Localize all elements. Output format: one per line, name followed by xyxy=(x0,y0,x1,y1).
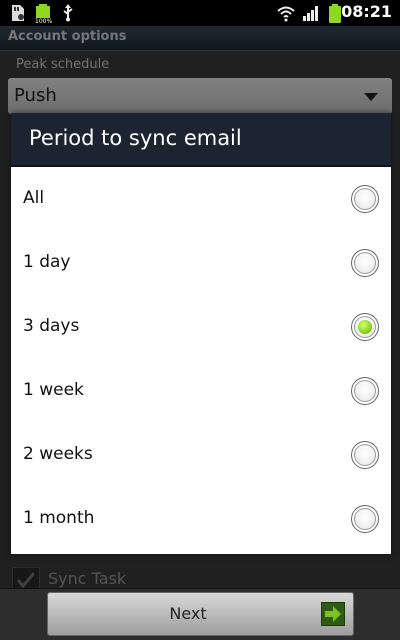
sd-card-icon xyxy=(12,5,24,21)
radio-button[interactable] xyxy=(351,441,379,469)
radio-button[interactable] xyxy=(351,185,379,213)
dialog-title: Period to sync email xyxy=(29,126,242,150)
battery-percent-label: 100% xyxy=(35,18,53,25)
wifi-icon xyxy=(277,6,295,22)
option-2-weeks[interactable]: 2 weeks xyxy=(11,423,391,488)
option-label: 1 week xyxy=(23,380,84,400)
dialog-title-bar: Period to sync email xyxy=(11,113,391,167)
battery-icon xyxy=(329,4,341,23)
option-3-days[interactable]: 3 days xyxy=(11,295,391,360)
option-label: 1 day xyxy=(23,252,71,272)
bottom-button-bar: Next xyxy=(0,588,400,640)
option-label: 2 weeks xyxy=(23,444,93,464)
signal-icon xyxy=(303,6,318,21)
option-1-week[interactable]: 1 week xyxy=(11,359,391,424)
battery-full-icon: 100% xyxy=(35,4,53,25)
radio-button-selected[interactable] xyxy=(351,313,379,341)
status-bar: 100% 08:21 xyxy=(0,0,400,26)
next-arrow-icon xyxy=(321,602,345,626)
radio-selected-dot xyxy=(358,320,372,334)
option-all[interactable]: All xyxy=(11,167,391,232)
option-label: 1 month xyxy=(23,508,95,528)
option-1-month[interactable]: 1 month xyxy=(11,487,391,551)
radio-button[interactable] xyxy=(351,377,379,405)
option-label: 3 days xyxy=(23,316,80,336)
option-label: All xyxy=(23,188,45,208)
next-button-label: Next xyxy=(169,604,207,623)
status-time: 08:21 xyxy=(341,2,392,21)
sync-period-dialog: Period to sync email All 1 day 3 days 1 … xyxy=(11,113,391,554)
usb-icon xyxy=(63,4,73,22)
next-button[interactable]: Next xyxy=(47,592,354,636)
radio-button[interactable] xyxy=(351,505,379,533)
screen: 100% 08:21 Account options Peak schedule… xyxy=(0,0,400,640)
radio-button[interactable] xyxy=(351,249,379,277)
option-1-day[interactable]: 1 day xyxy=(11,231,391,296)
